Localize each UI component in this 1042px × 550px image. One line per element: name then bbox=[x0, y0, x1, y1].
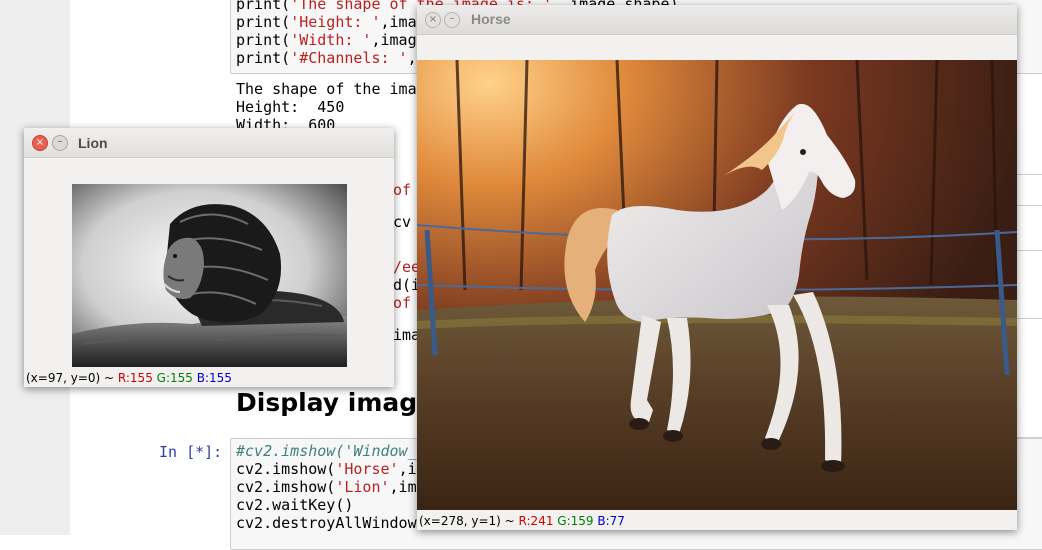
code-fragment: of bbox=[393, 294, 412, 312]
horse-status-bar: (x=278, y=1) ~ R:241 G:159 B:77 bbox=[419, 514, 625, 528]
close-icon[interactable]: × bbox=[425, 12, 441, 28]
lion-titlebar[interactable]: × – Lion bbox=[24, 128, 394, 158]
output-line-height: Height: 450 bbox=[236, 98, 345, 116]
window-title: Horse bbox=[471, 11, 511, 27]
code-token: print( bbox=[236, 0, 291, 13]
status-blue: B:77 bbox=[597, 514, 625, 528]
close-icon[interactable]: × bbox=[32, 135, 48, 151]
lion-image[interactable] bbox=[72, 184, 347, 367]
status-red: R:241 bbox=[518, 514, 554, 528]
horse-window[interactable]: × – Horse (x=278, y=1) ~ R:241 G:159 B:7… bbox=[417, 5, 1017, 530]
cell-border bbox=[1016, 318, 1042, 319]
cell-border bbox=[1016, 205, 1042, 206]
minimize-icon[interactable]: – bbox=[52, 135, 68, 151]
horse-titlebar[interactable]: × – Horse bbox=[417, 5, 1017, 35]
minimize-icon[interactable]: – bbox=[444, 12, 460, 28]
code-token: cv2.imshow( bbox=[236, 478, 336, 496]
status-position: (x=97, y=0) ~ bbox=[26, 371, 115, 385]
markdown-heading: Display image bbox=[236, 388, 435, 417]
code-fragment: of bbox=[393, 181, 412, 199]
code-token: '#Channels: ' bbox=[290, 49, 408, 67]
status-green: G:159 bbox=[557, 514, 594, 528]
cell-border bbox=[1016, 174, 1042, 175]
cell-border bbox=[1016, 250, 1042, 251]
code-token: print( bbox=[236, 49, 291, 67]
code-token: cv2.destroyAllWindows() bbox=[236, 514, 444, 532]
status-position: (x=278, y=1) ~ bbox=[419, 514, 515, 528]
status-blue: B:155 bbox=[196, 371, 232, 385]
window-title: Lion bbox=[78, 135, 108, 151]
code-token: 'Width: ' bbox=[290, 31, 372, 49]
code-token: cv2.waitKey() bbox=[236, 496, 354, 514]
code-token: cv2.imshow( bbox=[236, 460, 336, 478]
code-token: print( bbox=[236, 13, 291, 31]
code-token: 'Lion' bbox=[335, 478, 390, 496]
code-token: print( bbox=[236, 31, 291, 49]
horse-image[interactable] bbox=[417, 60, 1017, 510]
code-fragment: cv bbox=[393, 213, 412, 231]
status-red: R:155 bbox=[117, 371, 153, 385]
lion-window[interactable]: × – Lion (x=97, y=0) ~ R:155 G:155 B:155 bbox=[24, 128, 394, 387]
code-token: 'Height: ' bbox=[290, 13, 381, 31]
code-token: 'Horse' bbox=[335, 460, 399, 478]
lion-status-bar: (x=97, y=0) ~ R:155 G:155 B:155 bbox=[26, 371, 232, 385]
cell-prompt: In [*]: bbox=[159, 443, 223, 461]
status-green: G:155 bbox=[156, 371, 193, 385]
